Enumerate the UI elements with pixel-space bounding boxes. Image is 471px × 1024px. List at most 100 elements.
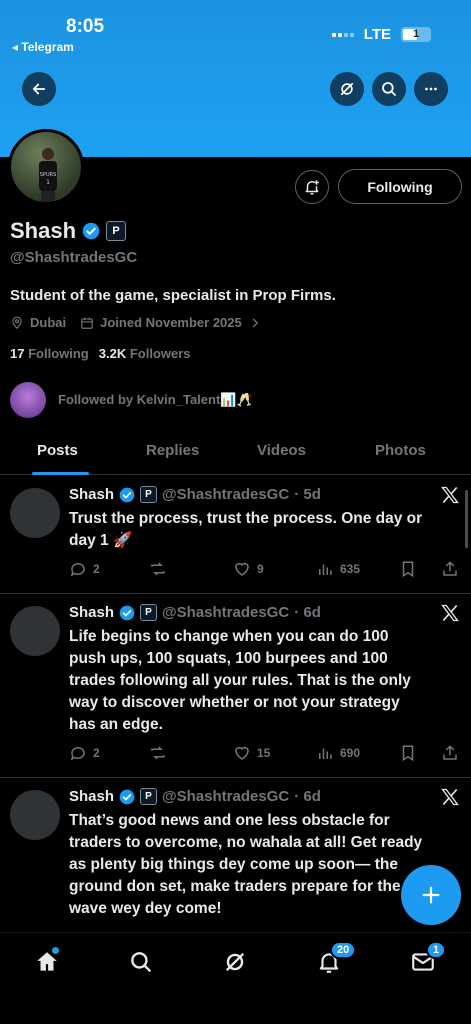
views-button[interactable]: 635 (316, 560, 360, 578)
tweet[interactable]: Shash P @ShashtradesGC · 6d That’s good … (0, 778, 471, 932)
tab-videos[interactable]: Videos (257, 442, 306, 459)
grok-icon (226, 953, 244, 971)
compose-button[interactable] (401, 865, 461, 925)
views-icon (319, 748, 332, 759)
home-unread-dot (52, 947, 59, 954)
follower-avatar (10, 382, 46, 418)
profile-name-row: Shash P (10, 218, 127, 244)
tab-photos[interactable]: Photos (375, 442, 426, 459)
bottom-nav: 20 1 (0, 932, 471, 1024)
tweet-avatar[interactable] (10, 790, 60, 840)
avatar-photo: SPURS 1 (39, 148, 57, 202)
tweet-time: · 5d (294, 486, 321, 503)
share-button[interactable] (441, 560, 459, 578)
tweet-text: That’s good news and one less obstacle f… (69, 812, 423, 917)
affiliate-badge: P (140, 788, 158, 805)
tweet-handle: @ShashtradesGC (162, 604, 290, 621)
following-count-link[interactable]: 17 Following (10, 346, 89, 361)
reply-button[interactable]: 2 (69, 560, 100, 578)
verified-badge-icon (119, 605, 135, 620)
verified-badge-icon[interactable] (82, 222, 100, 240)
back-button[interactable] (22, 72, 56, 106)
notify-button[interactable] (295, 170, 329, 204)
following-button[interactable]: Following (338, 169, 462, 204)
profile-name: Shash (10, 218, 77, 243)
grok-icon (340, 82, 354, 96)
profile-handle: @ShashtradesGC (10, 249, 138, 266)
nav-search[interactable] (128, 949, 154, 975)
like-button[interactable]: 9 (233, 560, 264, 578)
nav-messages[interactable]: 1 (410, 941, 447, 975)
tweet-avatar[interactable] (10, 488, 60, 538)
affiliate-badge: P (140, 486, 158, 503)
x-logo-icon[interactable] (440, 787, 460, 807)
search-icon (131, 952, 151, 972)
more-button[interactable] (414, 72, 448, 106)
grok-button[interactable] (330, 72, 364, 106)
tweet-header: Shash P @ShashtradesGC · 6d (69, 788, 321, 805)
followed-by-text: Followed by Kelvin_Talent📊🥂 (58, 392, 253, 407)
tweet-text: Trust the process, trust the process. On… (69, 510, 423, 549)
search-button[interactable] (372, 72, 406, 106)
tab-posts[interactable]: Posts (37, 442, 78, 459)
arrow-left-icon (32, 83, 46, 95)
bookmark-icon (402, 745, 414, 762)
tweet-handle: @ShashtradesGC (162, 486, 290, 503)
back-to-telegram-link[interactable]: ◂ Telegram (12, 40, 74, 54)
x-logo-icon[interactable] (440, 485, 460, 505)
tweet[interactable]: Shash P @ShashtradesGC · 5d Trust the pr… (0, 476, 471, 594)
tweet-author[interactable]: Shash (69, 788, 114, 805)
bookmark-button[interactable] (399, 744, 417, 762)
share-icon (443, 561, 457, 576)
tweet-time: · 6d (294, 788, 321, 805)
tweet-header: Shash P @ShashtradesGC · 5d (69, 486, 321, 503)
search-icon (382, 82, 396, 96)
retweet-button[interactable] (149, 560, 173, 578)
heart-icon (235, 746, 249, 760)
like-button[interactable]: 15 (233, 744, 270, 762)
active-tab-indicator (32, 472, 89, 475)
views-button[interactable]: 690 (316, 744, 360, 762)
followed-by-row[interactable]: Followed by Kelvin_Talent📊🥂 (10, 382, 253, 418)
profile-joined: Joined November 2025 (100, 315, 242, 330)
share-icon (443, 745, 457, 760)
chevron-right-icon[interactable] (248, 316, 262, 330)
reply-button[interactable]: 2 (69, 744, 100, 762)
affiliate-badge: P (140, 604, 158, 621)
retweet-button[interactable] (149, 744, 173, 762)
views-icon (319, 564, 332, 575)
profile-meta: Dubai Joined November 2025 (10, 315, 262, 330)
profile-tabs: Posts Replies Videos Photos (0, 430, 471, 475)
status-indicators: LTE 1 (331, 26, 431, 43)
status-time: 8:05 (66, 16, 105, 37)
nav-notifications[interactable]: 20 (316, 941, 357, 975)
follow-counts: 17 Following 3.2K Followers (10, 346, 191, 361)
tweet[interactable]: Shash P @ShashtradesGC · 6d Life begins … (0, 594, 471, 778)
verified-badge-icon (119, 789, 135, 804)
verified-badge-icon (119, 487, 135, 502)
profile-bio: Student of the game, specialist in Prop … (10, 287, 336, 304)
nav-home[interactable] (34, 947, 60, 975)
reply-icon (70, 562, 85, 577)
tweet-author[interactable]: Shash (69, 604, 114, 621)
svg-text:1: 1 (46, 179, 50, 186)
location-pin-icon (12, 316, 22, 329)
share-button[interactable] (441, 744, 459, 762)
more-icon (425, 87, 437, 91)
retweet-icon (151, 746, 165, 760)
bookmark-icon (402, 561, 414, 578)
heart-icon (235, 562, 249, 576)
tab-replies[interactable]: Replies (146, 442, 199, 459)
tweet-handle: @ShashtradesGC (162, 788, 290, 805)
nav-grok[interactable] (222, 949, 248, 975)
followers-count-link[interactable]: 3.2K Followers (99, 346, 191, 361)
reply-icon (70, 746, 85, 761)
bookmark-button[interactable] (399, 560, 417, 578)
bell-plus-icon (305, 180, 319, 195)
profile-avatar[interactable]: SPURS 1 (8, 129, 84, 205)
affiliate-badge[interactable]: P (106, 221, 127, 241)
x-logo-icon[interactable] (440, 603, 460, 623)
tweet-author[interactable]: Shash (69, 486, 114, 503)
tweet-time: · 6d (294, 604, 321, 621)
tweet-avatar[interactable] (10, 606, 60, 656)
